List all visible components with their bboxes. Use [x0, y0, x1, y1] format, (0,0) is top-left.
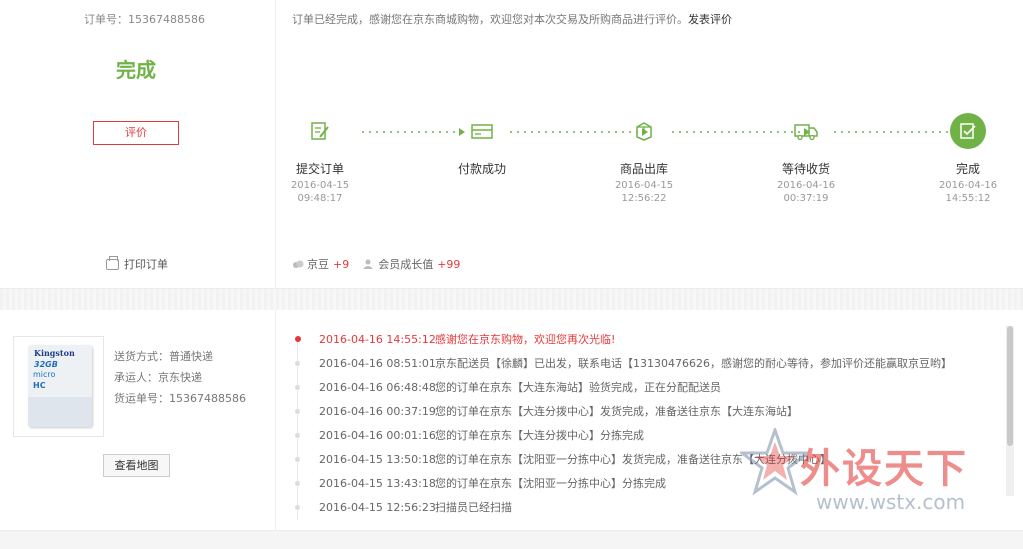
- printer-icon: [106, 255, 119, 270]
- progress-step: 完成 2016-04-16 14:55:12: [928, 110, 1008, 205]
- product-class: HC: [33, 381, 46, 390]
- shipping-method: 送货方式：普通快递: [114, 350, 213, 363]
- order-detail-page: 订单号：15367488586 完成 评价 打印订单 订单已经完成，感谢您在京东…: [0, 0, 1023, 549]
- tracking-entry: 2016-04-16 00:37:19 您的订单在京东【大连分拨中心】发货完成，…: [276, 399, 1006, 423]
- print-order-link[interactable]: 打印订单: [106, 255, 168, 272]
- order-status: 完成: [116, 58, 156, 82]
- tracking-time: 2016-04-15 13:50:18: [319, 452, 436, 466]
- tracking-time: 2016-04-16 14:55:12: [319, 332, 436, 346]
- tracking-text: 您的订单在京东【大连东海站】验货完成，正在分配配送员: [435, 381, 721, 394]
- jingdou-icon: [292, 259, 304, 269]
- progress-step: 等待收货 2016-04-16 00:37:19: [766, 110, 846, 205]
- package-out-icon: [626, 113, 662, 149]
- check-done-icon: [950, 113, 986, 149]
- progress-step-name: 付款成功: [457, 162, 506, 176]
- shipping-details: 送货方式：普通快递 承运人：京东快递 货运单号：15367488586: [114, 346, 246, 409]
- tracking-text: 您的订单在京东【大连分拨中心】分拣完成: [435, 429, 644, 442]
- product-capacity: 32GB: [34, 360, 58, 369]
- jingdou-value: +9: [333, 257, 350, 271]
- order-status-panel: 订单号：15367488586 完成 评价 打印订单 订单已经完成，感谢您在京东…: [0, 0, 1023, 288]
- order-notice: 订单已经完成，感谢您在京东商城购物，欢迎您对本次交易及所购商品进行评价。发表评价: [292, 11, 732, 27]
- timeline-dot: [295, 408, 300, 414]
- watermark-url: www.wstx.com: [816, 490, 966, 514]
- tracking-time: 2016-04-16 08:51:01: [319, 356, 436, 370]
- tracking-time: 2016-04-16 06:48:48: [319, 380, 436, 394]
- tracking-entry: 2016-04-16 08:51:01 京东配送员【徐麟】已出发，联系电话【13…: [276, 351, 1006, 375]
- progress-step: 付款成功: [442, 110, 522, 192]
- product-thumbnail[interactable]: Kingston 32GB micro HC: [13, 336, 104, 437]
- tracking-text: 您的订单在京东【沈阳亚一分拣中心】分拣完成: [435, 477, 666, 490]
- timeline-dot: [295, 384, 300, 390]
- tracking-time: 2016-04-16 00:01:16: [319, 428, 436, 442]
- shipping-info-column: Kingston 32GB micro HC 送货方式：普通快递 承运人：京东快…: [0, 310, 276, 530]
- card-payment-icon: [464, 113, 500, 149]
- growth-label: 会员成长值: [378, 258, 434, 271]
- tracking-time: 2016-04-15 12:56:23: [319, 500, 436, 514]
- jingdou-label: 京豆: [307, 258, 329, 271]
- section-divider: [0, 288, 1023, 310]
- shipping-carrier: 承运人：京东快递: [114, 371, 202, 384]
- timeline-dot: [295, 432, 300, 438]
- view-map-button[interactable]: 查看地图: [103, 454, 170, 477]
- tracking-time: 2016-04-15 13:43:18: [319, 476, 436, 490]
- truck-icon: [788, 113, 824, 149]
- progress-step-name: 商品出库: [619, 162, 668, 176]
- product-type: micro: [33, 370, 56, 379]
- progress-step-time: [442, 179, 522, 192]
- tracking-entry: 2016-04-16 14:55:12 感谢您在京东购物，欢迎您再次光临!: [276, 327, 1006, 351]
- tracking-number: 货运单号：15367488586: [114, 392, 246, 405]
- progress-step: 商品出库 2016-04-15 12:56:22: [604, 110, 684, 205]
- timeline-dot: [295, 504, 300, 510]
- order-progress: 提交订单 2016-04-15 09:48:17 付款成功 商品出库 2016-0…: [276, 110, 1023, 210]
- sd-card-image: Kingston 32GB micro HC: [28, 345, 92, 427]
- write-review-link[interactable]: 发表评价: [688, 13, 732, 26]
- order-number: 订单号：15367488586: [84, 13, 205, 26]
- timeline-dot: [295, 480, 300, 486]
- form-edit-icon: [302, 113, 338, 149]
- growth-value: +99: [437, 257, 461, 271]
- timeline-dot: [295, 456, 300, 462]
- order-summary-column: 订单号：15367488586 完成 评价 打印订单: [0, 0, 276, 288]
- progress-step-time: 2016-04-16 14:55:12: [938, 180, 998, 204]
- progress-step: 提交订单 2016-04-15 09:48:17: [280, 110, 360, 205]
- tracking-text: 京东配送员【徐麟】已出发，联系电话【13130476626，感谢您的耐心等待，参…: [435, 357, 952, 370]
- tracking-text: 感谢您在京东购物，欢迎您再次光临!: [435, 333, 616, 346]
- tracking-entry: 2016-04-16 06:48:48 您的订单在京东【大连东海站】验货完成，正…: [276, 375, 1006, 399]
- tracking-text: 扫描员已经扫描: [435, 501, 512, 514]
- print-order-label: 打印订单: [124, 258, 168, 271]
- product-brand: Kingston: [34, 348, 75, 358]
- watermark-title: 外设天下: [800, 446, 968, 492]
- tracking-text: 您的订单在京东【大连分拨中心】发货完成，准备送往京东【大连东海站】: [435, 405, 798, 418]
- progress-step-time: 2016-04-15 09:48:17: [290, 180, 350, 204]
- watermark: 外设天下 www.wstx.com: [740, 428, 1010, 518]
- timeline-dot: [295, 336, 301, 342]
- progress-step-name: 完成: [955, 162, 980, 176]
- user-icon: [363, 259, 375, 269]
- progress-step-name: 等待收货: [781, 162, 830, 176]
- order-rewards: 京豆 +9 会员成长值 +99: [292, 256, 460, 272]
- progress-step-time: 2016-04-16 00:37:19: [776, 180, 836, 204]
- review-button[interactable]: 评价: [93, 121, 179, 145]
- timeline-dot: [295, 360, 300, 366]
- progress-step-name: 提交订单: [295, 162, 344, 176]
- progress-step-time: 2016-04-15 12:56:22: [614, 180, 674, 204]
- tracking-time: 2016-04-16 00:37:19: [319, 404, 436, 418]
- bottom-divider: [0, 530, 1023, 549]
- notice-text: 订单已经完成，感谢您在京东商城购物，欢迎您对本次交易及所购商品进行评价。: [292, 13, 688, 26]
